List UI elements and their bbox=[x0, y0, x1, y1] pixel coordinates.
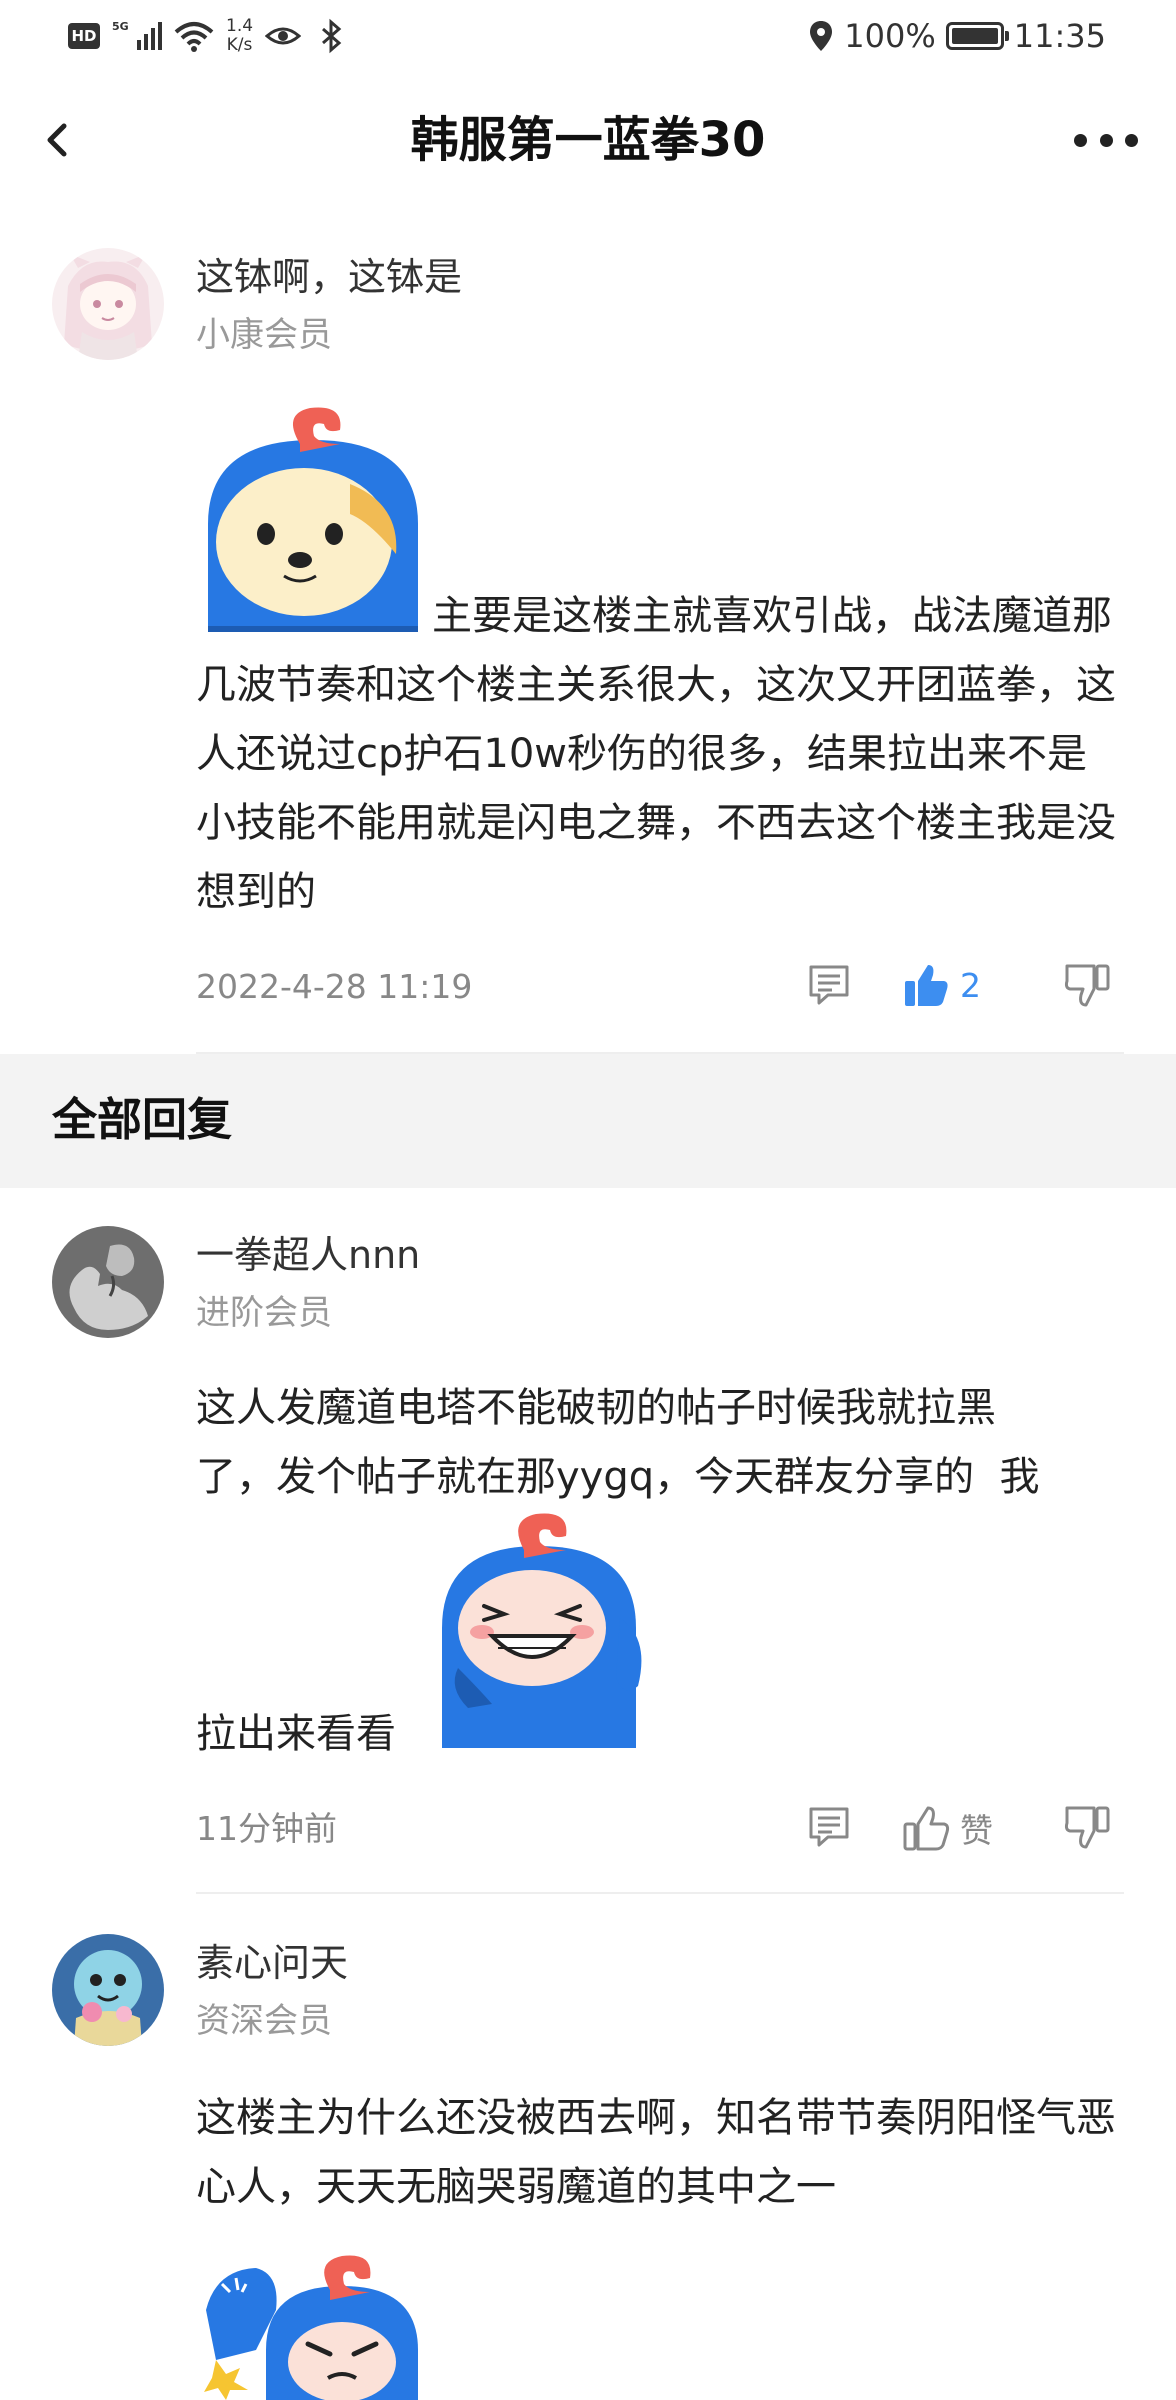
like-count: 2 bbox=[960, 965, 981, 1005]
comment-text: 主要是这楼主就喜欢引战，战法魔道那几波节奏和这个楼主关系很大，这次又开团蓝拳，这… bbox=[196, 593, 1116, 915]
signal-5g-icon: 5G bbox=[112, 18, 162, 54]
more-dots-icon[interactable] bbox=[1066, 118, 1146, 162]
username[interactable]: 一拳超人nnn bbox=[196, 1230, 420, 1280]
username[interactable]: 素心问天 bbox=[196, 1938, 348, 1988]
like-label: 赞 bbox=[960, 1811, 993, 1850]
hand-gesture-avatar-icon bbox=[52, 1226, 164, 1338]
bluetooth-icon bbox=[322, 18, 342, 54]
reply-icon bbox=[809, 965, 849, 1005]
comment-timestamp: 2022-4-28 11:19 bbox=[196, 967, 473, 1006]
section-header: 全部回复 bbox=[0, 1054, 1176, 1188]
status-left: HD 5G 1.4 K/s bbox=[68, 14, 349, 58]
battery-icon bbox=[945, 22, 1009, 50]
status-right: 100% 11:35 bbox=[808, 14, 1106, 58]
location-icon bbox=[810, 21, 833, 51]
thumbs-down-icon bbox=[1064, 964, 1110, 1007]
reply-icon bbox=[809, 1807, 849, 1847]
section-title: 全部回复 bbox=[52, 1093, 233, 1146]
username[interactable]: 这钵啊，这钵是 bbox=[196, 252, 462, 302]
avatar[interactable] bbox=[52, 248, 164, 360]
clock: 11:35 bbox=[1013, 17, 1106, 55]
dislike-button[interactable] bbox=[1064, 1804, 1112, 1850]
nav-bar: 韩服第一蓝拳30 bbox=[0, 90, 1176, 190]
blue-mascot-angry-sticker bbox=[204, 2255, 418, 2400]
reply-time: 11分钟前 bbox=[196, 1809, 337, 1848]
eye-icon bbox=[265, 27, 302, 45]
wifi-icon bbox=[174, 22, 214, 52]
avatar[interactable] bbox=[52, 1226, 164, 1338]
network-speed: 1.4 K/s bbox=[226, 16, 254, 55]
member-level: 进阶会员 bbox=[196, 1293, 332, 1333]
reply-button[interactable] bbox=[806, 962, 852, 1008]
status-bar: HD 5G 1.4 K/s 100% 11:35 bbox=[0, 0, 1176, 72]
anime-girl-avatar-icon bbox=[52, 248, 164, 360]
divider bbox=[196, 1892, 1124, 1894]
member-level: 资深会员 bbox=[196, 2001, 332, 2041]
thumbs-down-icon bbox=[1064, 1806, 1110, 1849]
battery-percent: 100% bbox=[844, 17, 936, 55]
hd-icon: HD bbox=[68, 23, 100, 49]
member-level: 小康会员 bbox=[196, 315, 332, 355]
network-type: 5G bbox=[112, 20, 129, 33]
avatar[interactable] bbox=[52, 1934, 164, 2046]
back-chevron-icon[interactable] bbox=[30, 110, 90, 170]
like-button[interactable]: 赞 bbox=[902, 1804, 993, 1852]
reply-text: 这楼主为什么还没被西去啊，知名带节奏阴阳怪气恶心人，天天无脑哭弱魔道的其中之一 bbox=[196, 2095, 1116, 2210]
thumbs-up-icon bbox=[903, 1806, 950, 1851]
reply-button[interactable] bbox=[806, 1804, 852, 1850]
thumbs-up-filled-icon bbox=[905, 965, 948, 1006]
reply-text-tail: 拉出来看看 bbox=[196, 1711, 396, 1757]
page-title: 韩服第一蓝拳30 bbox=[410, 112, 766, 168]
post-detail-page: HD 5G 1.4 K/s 100% 11:35 韩服第一蓝拳30 这钵啊，这钵… bbox=[0, 0, 1176, 2400]
reply-text: 这人发魔道电塔不能破韧的帖子时候我就拉黑 了，发个帖子就在那yygq，今天群友分… bbox=[196, 1385, 1040, 1500]
blue-mascot-grin-sticker bbox=[442, 1513, 642, 1748]
dislike-button[interactable] bbox=[1064, 962, 1112, 1008]
like-button[interactable]: 2 bbox=[902, 962, 981, 1008]
squirtle-avatar-icon bbox=[52, 1934, 164, 2046]
